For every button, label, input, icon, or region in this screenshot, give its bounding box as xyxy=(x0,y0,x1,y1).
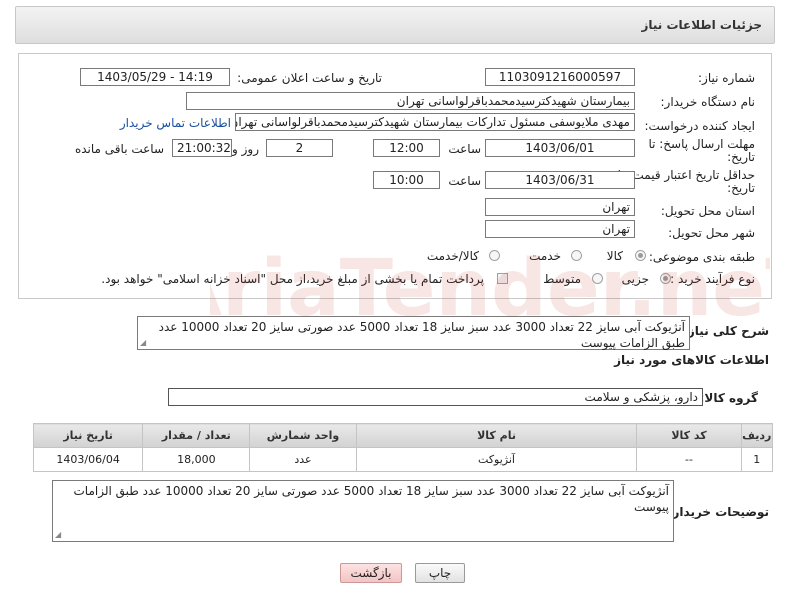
col-row-number: ردیف xyxy=(740,423,774,448)
page-header: جزئیات اطلاعات نیاز xyxy=(15,6,775,44)
requester-label: ایجاد کننده درخواست: xyxy=(644,119,755,133)
price-validity-date-field: 1403/06/31 xyxy=(485,171,635,189)
col-unit: واحد شمارش xyxy=(249,423,357,448)
reply-days-field: 2 xyxy=(266,139,333,157)
goods-table: تاریخ نیاز تعداد / مقدار واحد شمارش نام … xyxy=(32,423,774,472)
category-service-label: خدمت xyxy=(529,249,561,263)
print-button[interactable]: چاپ xyxy=(415,563,465,583)
delivery-province-label: استان محل تحویل: xyxy=(660,204,755,218)
resize-grip-icon[interactable]: ◢ xyxy=(55,531,61,539)
reply-deadline-date-label: تاریخ: xyxy=(727,150,755,164)
category-service-radio[interactable] xyxy=(571,250,582,261)
buyer-org-field: بیمارستان شهیدکترسیدمحمدباقرلواسانی تهرا… xyxy=(186,92,635,110)
cell-need-date: 1403/06/04 xyxy=(32,447,144,472)
requester-field: مهدی ملایوسفی مسئول تدارکات بیمارستان شه… xyxy=(235,113,635,131)
col-item-name: نام کالا xyxy=(355,423,638,448)
buyer-notes-text: آنژیوکت آبی سایز 22 تعداد 3000 عدد سبز س… xyxy=(73,484,669,514)
goods-section-title: اطلاعات کالاهای مورد نیاز xyxy=(614,353,769,367)
delivery-city-field: تهران xyxy=(485,220,635,238)
buyer-notes-textarea: آنژیوکت آبی سایز 22 تعداد 3000 عدد سبز س… xyxy=(52,480,674,542)
category-goods-service-label: کالا/خدمت xyxy=(426,249,479,263)
process-medium-label: متوسط xyxy=(543,272,581,286)
process-minor-radio[interactable] xyxy=(660,273,671,284)
purchase-process-label: نوع فرآیند خرید : xyxy=(670,272,755,286)
cell-quantity: 18,000 xyxy=(142,447,251,472)
page-title: جزئیات اطلاعات نیاز xyxy=(641,18,762,32)
buyer-notes-label: توضیحات خریدار: xyxy=(667,505,769,519)
price-validity-date-label: تاریخ: xyxy=(727,181,755,195)
treasury-payment-note: پرداخت تمام یا بخشی از مبلغ خرید،از محل … xyxy=(101,272,484,286)
cell-item-code: -- xyxy=(636,447,742,472)
need-number-field: 1103091216000597 xyxy=(485,68,635,86)
process-medium-radio[interactable] xyxy=(592,273,603,284)
announce-datetime-label: تاریخ و ساعت اعلان عمومی: xyxy=(237,71,382,85)
reply-deadline-time-field: 12:00 xyxy=(373,139,440,157)
goods-group-field: دارو، پزشکی و سلامت xyxy=(168,388,703,406)
col-quantity: تعداد / مقدار xyxy=(142,423,251,448)
buyer-org-label: نام دستگاه خریدار: xyxy=(660,95,756,109)
summary-textarea: آنژیوکت آبی سایز 22 تعداد 3000 عدد سبز س… xyxy=(137,316,690,350)
reply-deadline-time-label: ساعت xyxy=(448,142,481,156)
announce-datetime-field: 1403/05/29 - 14:19 xyxy=(80,68,230,86)
summary-label: شرح کلی نیاز: xyxy=(683,324,769,338)
cell-item-name: آنژیوکت xyxy=(355,447,638,472)
price-validity-label: حداقل تاریخ اعتبار قیمت: تا xyxy=(617,168,755,182)
process-minor-label: جزیی xyxy=(621,272,649,286)
category-goods-label: کالا xyxy=(606,249,623,263)
col-need-date: تاریخ نیاز xyxy=(32,423,144,448)
cell-unit: عدد xyxy=(249,447,357,472)
resize-grip-icon[interactable]: ◢ xyxy=(140,339,146,347)
summary-text: آنژیوکت آبی سایز 22 تعداد 3000 عدد سبز س… xyxy=(158,320,685,350)
reply-deadline-date-field: 1403/06/01 xyxy=(485,139,635,157)
category-label: طبقه بندی موضوعی: xyxy=(648,250,755,264)
reply-days-label: روز و xyxy=(232,142,259,156)
remaining-time-label: ساعت باقی مانده xyxy=(74,142,164,156)
delivery-city-label: شهر محل تحویل: xyxy=(668,226,755,240)
goods-group-label: گروه کالا: xyxy=(699,391,758,405)
col-item-code: کد کالا xyxy=(636,423,742,448)
buyer-contact-link[interactable]: اطلاعات تماس خریدار xyxy=(120,116,231,130)
table-row: 1403/06/04 18,000 عدد آنژیوکت -- 1 xyxy=(32,447,774,472)
category-goods-service-radio[interactable] xyxy=(489,250,500,261)
goods-table-header: تاریخ نیاز تعداد / مقدار واحد شمارش نام … xyxy=(32,423,774,448)
price-validity-time-label: ساعت xyxy=(448,174,481,188)
category-goods-radio[interactable] xyxy=(635,250,646,261)
back-button[interactable]: بازگشت xyxy=(340,563,402,583)
cell-row-number: 1 xyxy=(740,447,774,472)
reply-deadline-label: مهلت ارسال پاسخ: تا xyxy=(648,137,755,151)
need-number-label: شماره نیاز: xyxy=(698,71,755,85)
treasury-payment-checkbox[interactable] xyxy=(497,273,508,284)
remaining-time-field: 21:00:32 xyxy=(172,139,232,157)
price-validity-time-field: 10:00 xyxy=(373,171,440,189)
delivery-province-field: تهران xyxy=(485,198,635,216)
